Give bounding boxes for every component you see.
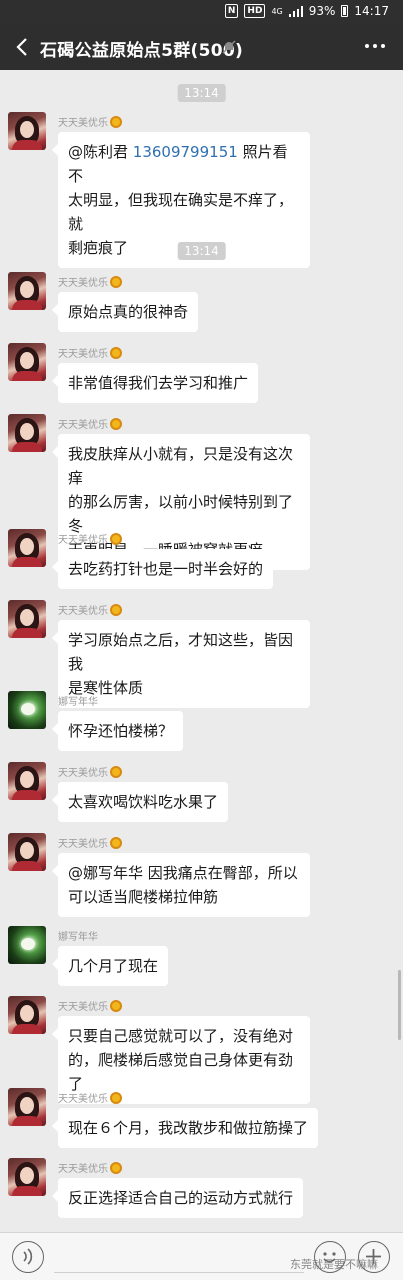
timestamp: 13:14 bbox=[177, 242, 226, 260]
sun-icon bbox=[110, 116, 122, 128]
sender-name: 娜写年华 bbox=[58, 932, 98, 943]
avatar[interactable] bbox=[8, 762, 46, 800]
message-bubble[interactable]: 现在６个月，我改散步和做拉筋操了 bbox=[51, 1108, 319, 1148]
avatar[interactable] bbox=[8, 691, 46, 729]
message-input[interactable] bbox=[54, 1241, 304, 1273]
battery-icon bbox=[341, 5, 349, 17]
sender-name: 天天美优乐 bbox=[58, 1090, 122, 1105]
more-icon[interactable] bbox=[365, 44, 385, 48]
message-bubble[interactable]: 反正选择适合自己的运动方式就行 bbox=[51, 1178, 304, 1218]
network-label: 4G bbox=[271, 6, 283, 16]
voice-icon[interactable] bbox=[12, 1241, 44, 1273]
message-bubble[interactable]: 非常值得我们去学习和推广 bbox=[51, 363, 259, 403]
message-bubble[interactable]: 几个月了现在 bbox=[51, 946, 169, 986]
avatar[interactable] bbox=[8, 926, 46, 964]
hd-badge: HD bbox=[244, 4, 266, 18]
clock: 14:17 bbox=[354, 4, 389, 18]
sender-name: 天天美优乐 bbox=[58, 1160, 122, 1175]
sender-name: 天天美优乐 bbox=[58, 345, 122, 360]
avatar[interactable] bbox=[8, 343, 46, 381]
sender-name: 天天美优乐 bbox=[58, 114, 122, 129]
sun-icon bbox=[110, 1092, 122, 1104]
status-bar: N HD 4G 93% 14:17 bbox=[0, 0, 403, 24]
watermark: 东莞就是要不嘛嘛 bbox=[290, 1258, 378, 1271]
sun-icon bbox=[110, 604, 122, 616]
sun-icon bbox=[110, 533, 122, 545]
avatar[interactable] bbox=[8, 414, 46, 452]
sun-icon bbox=[110, 418, 122, 430]
phone-link[interactable]: 13609799151 bbox=[133, 143, 238, 161]
sender-name: 天天美优乐 bbox=[58, 531, 122, 546]
avatar[interactable] bbox=[8, 1088, 46, 1126]
nfc-icon: N bbox=[224, 4, 239, 18]
sender-name: 天天美优乐 bbox=[58, 602, 122, 617]
timestamp: 13:14 bbox=[177, 84, 226, 102]
sender-name: 天天美优乐 bbox=[58, 274, 122, 289]
avatar[interactable] bbox=[8, 529, 46, 567]
avatar[interactable] bbox=[8, 600, 46, 638]
back-icon[interactable] bbox=[12, 36, 34, 58]
battery-percent: 93% bbox=[308, 4, 336, 18]
scrollbar[interactable] bbox=[398, 970, 401, 1040]
message-bubble[interactable]: @娜写年华 因我痛点在臀部，所以 可以适当爬楼梯拉伸筋 bbox=[52, 853, 310, 917]
sun-icon bbox=[110, 1000, 122, 1012]
message-bubble[interactable]: 原始点真的很神奇 bbox=[51, 292, 199, 332]
sun-icon bbox=[110, 276, 122, 288]
sender-name: 天天美优乐 bbox=[58, 835, 122, 850]
sun-icon bbox=[110, 347, 122, 359]
message-bubble[interactable]: 怀孕还怕楼梯？ bbox=[51, 711, 184, 751]
sender-name: 天天美优乐 bbox=[58, 416, 122, 431]
chat-title: 石碣公益原始点5群(500) bbox=[40, 41, 244, 61]
avatar[interactable] bbox=[8, 996, 46, 1034]
message-bubble[interactable]: 太喜欢喝饮料吃水果了 bbox=[51, 782, 229, 822]
sun-icon bbox=[110, 766, 122, 778]
title-bar: 石碣公益原始点5群(500) bbox=[0, 24, 403, 70]
sun-icon bbox=[110, 1162, 122, 1174]
signal-icon bbox=[288, 5, 303, 17]
avatar[interactable] bbox=[8, 112, 46, 150]
avatar[interactable] bbox=[8, 1158, 46, 1196]
message-bubble[interactable]: 去吃药打针也是一时半会好的 bbox=[51, 549, 274, 589]
avatar[interactable] bbox=[8, 833, 46, 871]
avatar[interactable] bbox=[8, 272, 46, 310]
mute-icon bbox=[222, 40, 236, 54]
sun-icon bbox=[110, 837, 122, 849]
sender-name: 娜写年华 bbox=[58, 697, 98, 708]
sender-name: 天天美优乐 bbox=[58, 764, 122, 779]
sender-name: 天天美优乐 bbox=[58, 998, 122, 1013]
